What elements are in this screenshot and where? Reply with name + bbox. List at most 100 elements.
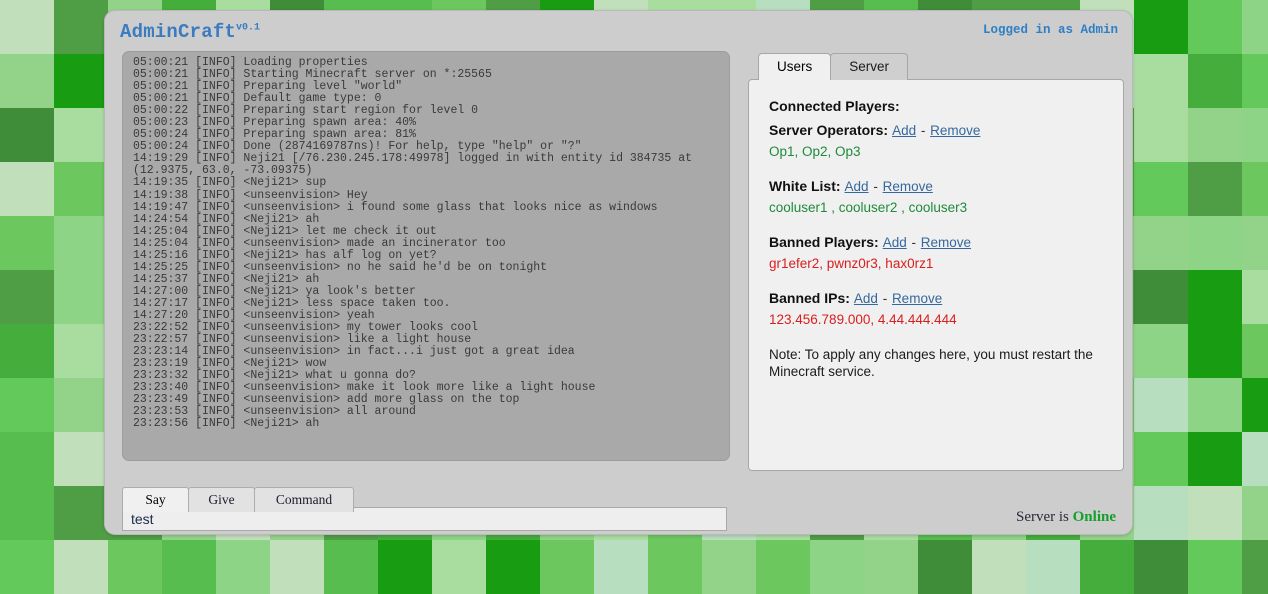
background-tile (54, 540, 108, 594)
background-tile (1242, 540, 1268, 594)
action-separator: - (869, 179, 883, 194)
app-title-text: AdminCraft (120, 21, 236, 43)
user-group: Server Operators:Add - Remove Op1, Op2, O… (769, 122, 1105, 160)
background-tile (0, 216, 54, 270)
background-tile (54, 432, 108, 486)
user-group-values: 123.456.789.000, 4.44.444.444 (769, 311, 1105, 328)
remove-link[interactable]: Remove (883, 179, 933, 194)
background-tile (1188, 540, 1242, 594)
background-tile (1242, 432, 1268, 486)
background-tile (1134, 432, 1188, 486)
background-tile (54, 216, 108, 270)
user-group-title: White List: (769, 178, 841, 194)
background-tile (54, 54, 108, 108)
admincraft-window: AdminCraftv0.1 Logged in as Admin 05:00:… (104, 10, 1133, 535)
user-group-header: Server Operators:Add - Remove (769, 122, 1105, 140)
window-header: AdminCraftv0.1 Logged in as Admin (105, 11, 1132, 49)
background-tile (0, 0, 54, 54)
console-column: 05:00:21 [INFO] Loading properties05:00:… (122, 51, 730, 461)
login-status: Logged in as Admin (983, 23, 1118, 37)
background-tile (1134, 324, 1188, 378)
server-status-state: Online (1073, 509, 1116, 525)
background-tile (1134, 270, 1188, 324)
background-tile (1188, 54, 1242, 108)
background-tile (216, 540, 270, 594)
user-group: Banned IPs: Add - Remove 123.456.789.000, … (769, 290, 1105, 328)
background-tile (1026, 540, 1080, 594)
background-tile (1242, 324, 1268, 378)
background-tile (54, 270, 108, 324)
user-group-header: Banned Players:Add - Remove (769, 234, 1105, 252)
background-tile (1242, 54, 1268, 108)
add-link[interactable]: Add (892, 123, 916, 138)
background-tile (1134, 0, 1188, 54)
user-group-title: Banned IPs: (769, 290, 850, 306)
app-version-label: v0.1 (236, 23, 260, 34)
tab-users[interactable]: Users (758, 53, 831, 80)
background-tile (432, 540, 486, 594)
action-separator: - (907, 235, 921, 250)
background-tile (324, 540, 378, 594)
input-tab-command[interactable]: Command (254, 487, 354, 512)
background-tile (1188, 162, 1242, 216)
user-group-actions: Add - Remove (845, 179, 933, 194)
add-link[interactable]: Add (883, 235, 907, 250)
user-group-header: Banned IPs: Add - Remove (769, 290, 1105, 308)
background-tile (1080, 540, 1134, 594)
background-tile (594, 540, 648, 594)
user-group: White List: Add - Remove cooluser1 , coolu… (769, 178, 1105, 216)
user-group-values: cooluser1 , cooluser2 , cooluser3 (769, 199, 1105, 216)
background-tile (1242, 108, 1268, 162)
page-title: AdminCraftv0.1 (120, 21, 260, 43)
background-tile (270, 540, 324, 594)
users-server-tabs: UsersServer (758, 51, 1124, 80)
add-link[interactable]: Add (845, 179, 869, 194)
input-tab-say[interactable]: Say (122, 487, 189, 512)
input-tab-give[interactable]: Give (188, 487, 255, 512)
background-tile (1188, 108, 1242, 162)
user-group-values: Op1, Op2, Op3 (769, 143, 1105, 160)
background-tile (756, 540, 810, 594)
background-tile (0, 54, 54, 108)
connected-players-heading: Connected Players: (769, 98, 1105, 114)
background-tile (1242, 378, 1268, 432)
background-tile (54, 378, 108, 432)
background-tile (108, 540, 162, 594)
console-log-line: 14:25:16 [INFO] <Neji21> has alf log on … (133, 250, 721, 262)
restart-note: Note: To apply any changes here, you mus… (769, 346, 1099, 380)
user-group-actions: Add - Remove (854, 291, 942, 306)
background-tile (1134, 108, 1188, 162)
background-tile (0, 108, 54, 162)
console-output[interactable]: 05:00:21 [INFO] Loading properties05:00:… (122, 51, 730, 461)
console-log-line: 14:25:04 [INFO] <Neji21> let me check it… (133, 226, 721, 238)
background-tile (918, 540, 972, 594)
background-tile (648, 540, 702, 594)
background-tile (0, 162, 54, 216)
background-tile (972, 540, 1026, 594)
background-tile (1134, 378, 1188, 432)
background-tile (1188, 324, 1242, 378)
console-log-line: 14:25:04 [INFO] <unseenvision> made an i… (133, 238, 721, 250)
background-tile (810, 540, 864, 594)
console-log-line: 14:19:47 [INFO] <unseenvision> i found s… (133, 202, 721, 214)
user-group-actions: Add - Remove (883, 235, 971, 250)
background-tile (1242, 270, 1268, 324)
background-tile (1188, 378, 1242, 432)
background-tile (54, 108, 108, 162)
background-tile (162, 540, 216, 594)
background-tile (0, 378, 54, 432)
background-tile (1188, 0, 1242, 54)
remove-link[interactable]: Remove (930, 123, 980, 138)
remove-link[interactable]: Remove (892, 291, 942, 306)
user-groups-list: Server Operators:Add - Remove Op1, Op2, O… (769, 122, 1105, 328)
user-group-values: gr1efer2, pwnz0r3, hax0rz1 (769, 255, 1105, 272)
remove-link[interactable]: Remove (921, 235, 971, 250)
add-link[interactable]: Add (854, 291, 878, 306)
background-tile (486, 540, 540, 594)
background-tile (1242, 0, 1268, 54)
users-column: UsersServer Connected Players: Server Op… (748, 51, 1124, 471)
user-group-header: White List: Add - Remove (769, 178, 1105, 196)
tab-server[interactable]: Server (830, 53, 908, 80)
console-log-line: 14:19:35 [INFO] <Neji21> sup (133, 177, 721, 189)
background-tile (54, 162, 108, 216)
